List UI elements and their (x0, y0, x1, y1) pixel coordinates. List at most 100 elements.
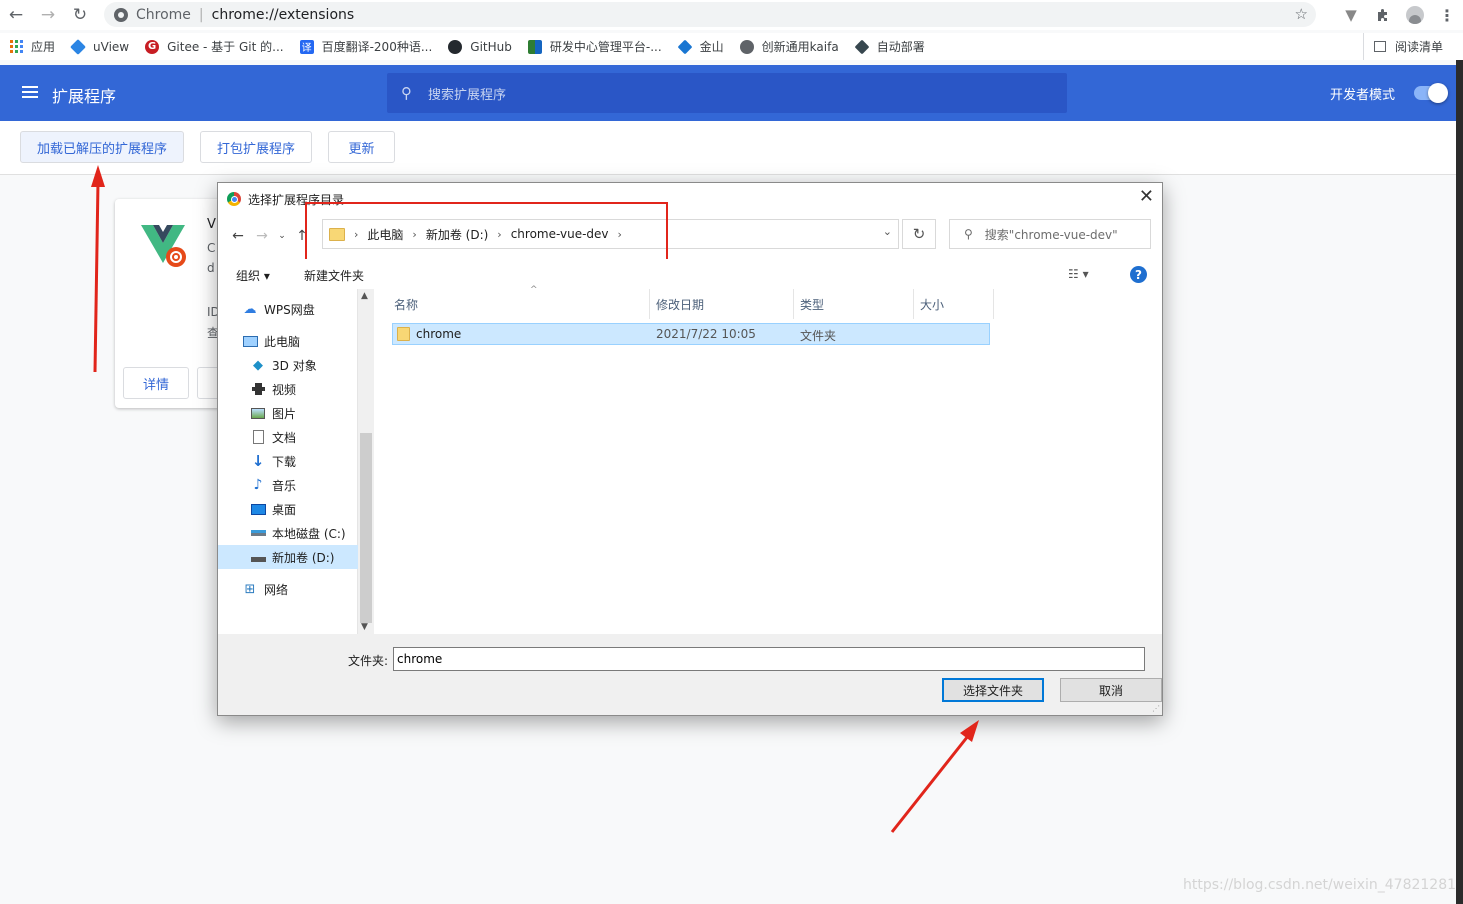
details-button[interactable]: 详情 (123, 367, 189, 399)
nav-item-desktop[interactable]: 桌面 (218, 497, 358, 521)
bookmark-rd-platform[interactable]: 研发中心管理平台-... (527, 38, 662, 55)
load-unpacked-button[interactable]: 加载已解压的扩展程序 (20, 131, 184, 163)
vue-devtools-icon[interactable]: ▼ (1335, 1, 1367, 29)
toolbar-actions: ▼ ⋮ (1335, 0, 1463, 30)
column-header-modified[interactable]: 修改日期 (650, 289, 794, 319)
update-button[interactable]: 更新 (328, 131, 395, 163)
help-icon[interactable]: ? (1130, 266, 1147, 283)
bookmark-baidu-translate[interactable]: 译 百度翻译-200种语... (299, 38, 433, 55)
music-icon: ♪ (253, 477, 263, 493)
picture-icon (250, 406, 266, 420)
bookmark-apps[interactable]: 应用 (10, 38, 55, 55)
folder-name-input[interactable] (393, 647, 1145, 671)
bookmark-deploy[interactable]: 自动部署 (854, 38, 925, 55)
nav-item-label: 图片 (272, 406, 297, 421)
select-folder-button[interactable]: 选择文件夹 (942, 678, 1044, 702)
nav-item-videos[interactable]: 视频 (218, 377, 358, 401)
baidu-translate-icon: 译 (299, 39, 314, 54)
puzzle-icon[interactable] (1367, 1, 1399, 29)
close-icon[interactable]: ✕ (1139, 186, 1154, 207)
nav-item-drive-c[interactable]: 本地磁盘 (C:) (218, 521, 358, 545)
forward-icon[interactable]: → (32, 1, 64, 29)
file-row[interactable]: chrome 2021/7/22 10:05 文件夹 (392, 323, 990, 345)
bookmark-uview[interactable]: uView (70, 38, 130, 55)
new-folder-button[interactable]: 新建文件夹 (304, 267, 364, 284)
view-options-icon[interactable]: ☷ ▾ (1068, 267, 1089, 281)
file-modified: 2021/7/22 10:05 (656, 327, 756, 341)
dialog-search-input[interactable]: ⚲ 搜索"chrome-vue-dev" (949, 219, 1151, 249)
pack-extension-button[interactable]: 打包扩展程序 (200, 131, 312, 163)
bookmark-label: 自动部署 (876, 40, 925, 54)
dev-mode-toggle[interactable] (1414, 83, 1448, 103)
nav-item-network[interactable]: ⊞ 网络 (218, 577, 358, 601)
column-header-size[interactable]: 大小 (914, 289, 994, 319)
nav-item-label: 新加卷 (D:) (272, 550, 335, 565)
video-icon (250, 382, 266, 396)
document-icon (250, 430, 266, 444)
resize-grip-icon[interactable]: ⋰ (1152, 704, 1160, 713)
nav-item-wps-cloud[interactable]: ☁ WPS网盘 (218, 297, 358, 321)
bookmarks-bar: 应用 uView G Gitee - 基于 Git 的... 译 百度翻译-20… (0, 33, 1463, 60)
column-modified-label: 修改日期 (656, 297, 705, 312)
search-icon: ⚲ (401, 84, 412, 102)
recent-dropdown-icon[interactable]: ⌄ (274, 231, 290, 241)
bookmark-kaifa[interactable]: 创新通用kaifa (739, 38, 839, 55)
profile-icon[interactable] (1399, 1, 1431, 29)
cancel-button[interactable]: 取消 (1060, 678, 1162, 702)
nav-item-3d-objects[interactable]: ◆ 3D 对象 (218, 353, 358, 377)
star-icon[interactable]: ☆ (1295, 5, 1308, 23)
scroll-down-icon[interactable]: ▼ (361, 622, 368, 632)
nav-item-pictures[interactable]: 图片 (218, 401, 358, 425)
extension-description-1: C (207, 241, 216, 255)
forward-icon[interactable]: → (250, 228, 274, 244)
column-header-name[interactable]: 名称 ^ (388, 285, 650, 319)
dev-mode-label: 开发者模式 (1330, 88, 1396, 103)
column-header-type[interactable]: 类型 (794, 289, 914, 319)
omnibox[interactable]: Chrome | chrome://extensions ☆ (104, 2, 1316, 27)
scroll-up-icon[interactable]: ▲ (361, 291, 368, 301)
reading-list-label: 阅读清单 (1394, 40, 1443, 54)
select-folder-dialog: 选择扩展程序目录 ✕ ← → ⌄ ↑ › 此电脑 › 新加卷 (D:) › ch… (217, 182, 1163, 716)
site-info-icon[interactable] (114, 7, 128, 22)
nav-item-label: 此电脑 (264, 334, 301, 349)
reading-list-icon (1373, 41, 1386, 52)
omnibox-url[interactable]: chrome://extensions (212, 7, 355, 23)
back-icon[interactable]: ← (0, 1, 32, 29)
dialog-search-placeholder: 搜索"chrome-vue-dev" (984, 227, 1118, 242)
scrollbar-thumb[interactable] (360, 433, 372, 623)
extensions-search[interactable]: ⚲ 搜索扩展程序 (387, 73, 1067, 113)
globe-icon (739, 39, 754, 54)
nav-item-label: 3D 对象 (272, 358, 317, 373)
bookmark-label: 金山 (699, 40, 724, 54)
reload-icon[interactable]: ↻ (64, 1, 96, 29)
extension-description-2: d (207, 261, 215, 275)
watermark: https://blog.csdn.net/weixin_47821281 (1183, 877, 1457, 893)
chevron-down-icon[interactable]: ⌄ (883, 225, 892, 238)
organize-button[interactable]: 组织 ▾ (236, 267, 270, 284)
browser-toolbar: ← → ↻ Chrome | chrome://extensions ☆ ▼ ⋮ (0, 0, 1463, 30)
menu-kebab-icon[interactable]: ⋮ (1431, 1, 1463, 29)
bookmark-github[interactable]: GitHub (448, 39, 512, 54)
bookmark-label: 应用 (31, 40, 56, 54)
refresh-icon[interactable]: ↻ (902, 219, 936, 249)
dialog-command-bar: 组织 ▾ 新建文件夹 ☷ ▾ ? (218, 259, 1162, 289)
bookmark-gitee[interactable]: G Gitee - 基于 Git 的... (145, 38, 284, 55)
nav-item-music[interactable]: ♪ 音乐 (218, 473, 358, 497)
bookmark-kingsoft[interactable]: 金山 (677, 38, 724, 55)
rd-platform-icon (527, 39, 542, 54)
nav-item-this-pc[interactable]: 此电脑 (218, 329, 358, 353)
column-name-label: 名称 (394, 297, 419, 312)
nav-pane-scrollbar[interactable]: ▲ ▼ (358, 289, 374, 634)
nav-item-downloads[interactable]: ↓ 下载 (218, 449, 358, 473)
nav-item-label: WPS网盘 (264, 302, 315, 317)
nav-item-drive-d[interactable]: 新加卷 (D:) (218, 545, 358, 569)
nav-item-documents[interactable]: 文档 (218, 425, 358, 449)
hamburger-menu-icon[interactable] (22, 86, 38, 98)
search-icon: ⚲ (964, 227, 973, 241)
reading-list[interactable]: 阅读清单 (1362, 33, 1443, 60)
file-type: 文件夹 (800, 329, 837, 343)
bookmark-label: 百度翻译-200种语... (321, 40, 433, 54)
bookmark-label: uView (93, 39, 130, 54)
apps-grid-icon (10, 40, 23, 53)
back-icon[interactable]: ← (226, 228, 250, 244)
